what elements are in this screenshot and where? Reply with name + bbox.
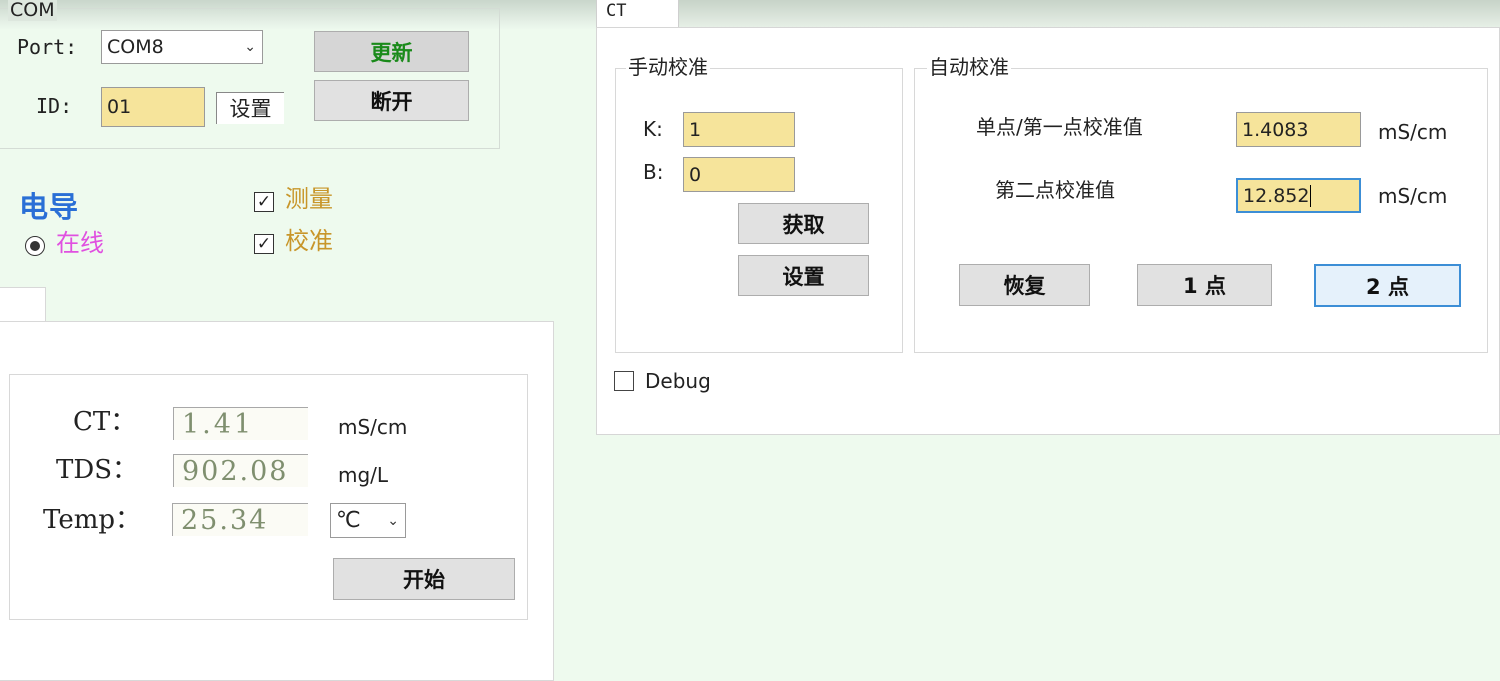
com-legend: COM — [8, 0, 57, 21]
point1-label: 单点/第一点校准值 — [976, 115, 1143, 139]
ct-label: CT： — [73, 407, 137, 437]
mode-title: 电导 — [19, 190, 80, 224]
point2-unit: mS/cm — [1378, 184, 1448, 208]
chevron-down-icon: ⌄ — [244, 39, 256, 55]
get-label: 获取 — [782, 212, 825, 237]
port-select-value: COM8 — [107, 36, 164, 58]
point2-label: 第二点校准值 — [995, 178, 1115, 202]
measure-label: 测量 — [285, 185, 333, 213]
checkmark-icon: ✓ — [256, 191, 272, 212]
ct-tab-label: CT — [606, 1, 627, 21]
left-tab-header[interactable] — [0, 287, 46, 323]
online-label: 在线 — [56, 229, 104, 257]
temp-label: Temp： — [43, 505, 142, 535]
ct-unit: mS/cm — [338, 415, 408, 439]
disconnect-label: 断开 — [370, 89, 413, 114]
k-label: K: — [643, 117, 663, 141]
restore-button[interactable]: 恢复 — [959, 264, 1090, 306]
debug-checkbox[interactable] — [614, 371, 634, 391]
update-button[interactable]: 更新 — [314, 31, 469, 72]
temp-value-field: 25.34 — [172, 503, 308, 536]
tds-value-field: 902.08 — [173, 454, 308, 487]
temp-unit-select[interactable]: ℃ ⌄ — [330, 503, 406, 538]
one-point-label: 1 点 — [1183, 274, 1226, 298]
point2-input-value: 12.852 — [1243, 184, 1310, 207]
b-input[interactable]: 0 — [683, 157, 795, 192]
ct-tab-strip — [679, 0, 1500, 28]
start-button[interactable]: 开始 — [333, 558, 515, 600]
point2-input[interactable]: 12.852 — [1236, 178, 1361, 213]
manual-set-label: 设置 — [782, 264, 825, 289]
point1-input[interactable]: 1.4083 — [1236, 112, 1361, 147]
checkmark-icon: ✓ — [256, 233, 272, 254]
debug-label: Debug — [645, 369, 711, 393]
two-point-label: 2 点 — [1366, 274, 1409, 299]
manual-set-button[interactable]: 设置 — [738, 255, 869, 296]
chevron-down-icon: ⌄ — [387, 512, 399, 529]
auto-calibration-groupbox — [914, 68, 1488, 353]
temp-unit-value: ℃ — [336, 508, 361, 533]
start-label: 开始 — [403, 568, 445, 592]
point1-unit: mS/cm — [1378, 120, 1448, 144]
id-input[interactable]: 01 — [101, 87, 205, 127]
disconnect-button[interactable]: 断开 — [314, 80, 469, 121]
text-cursor — [1310, 184, 1312, 207]
measure-checkbox[interactable]: ✓ — [254, 192, 274, 212]
tds-unit: mg/L — [338, 463, 389, 487]
id-set-button[interactable]: 设置 — [216, 92, 284, 124]
radio-selected-icon — [30, 241, 40, 251]
k-input[interactable]: 1 — [683, 112, 795, 147]
ct-tab-header[interactable]: CT — [596, 0, 679, 28]
restore-label: 恢复 — [1003, 274, 1046, 298]
get-button[interactable]: 获取 — [738, 203, 869, 244]
port-select[interactable]: COM8 ⌄ — [101, 30, 263, 64]
b-label: B: — [643, 160, 664, 184]
update-label: 更新 — [370, 40, 413, 65]
online-radio[interactable] — [25, 236, 45, 256]
calibrate-checkbox[interactable]: ✓ — [254, 234, 274, 254]
port-label: Port: — [17, 35, 78, 59]
id-label: ID: — [36, 94, 73, 118]
tds-label: TDS： — [56, 455, 138, 485]
id-set-label: 设置 — [229, 96, 272, 121]
ct-value-field: 1.41 — [173, 407, 308, 440]
one-point-button[interactable]: 1 点 — [1137, 264, 1272, 306]
auto-calibration-legend: 自动校准 — [927, 55, 1011, 79]
calibrate-label: 校准 — [285, 227, 333, 255]
manual-calibration-legend: 手动校准 — [626, 55, 710, 79]
two-point-button[interactable]: 2 点 — [1314, 264, 1461, 307]
